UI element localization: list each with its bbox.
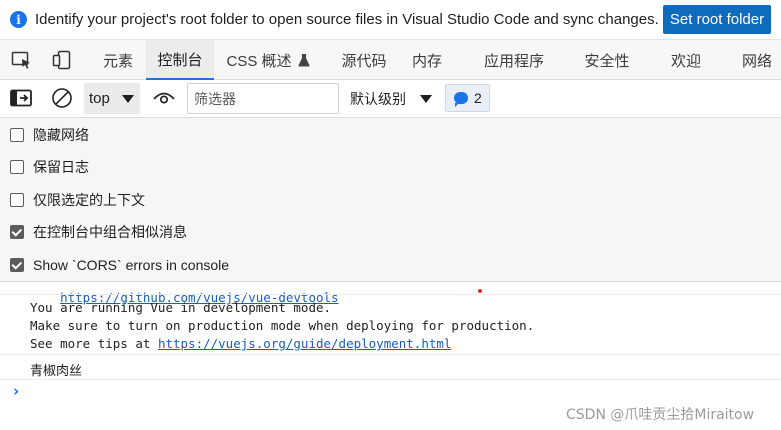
inspect-element-icon[interactable] xyxy=(11,50,33,70)
divider xyxy=(0,379,781,380)
tab-label: 内存 xyxy=(411,52,442,70)
setting-label: 仅限选定的上下文 xyxy=(33,192,145,208)
devtools-tab-bar: 元素 控制台 CSS 概述 源代码 内存 应用程序 安全性 欢迎 网络 xyxy=(0,40,781,80)
message-count: 2 xyxy=(474,90,482,106)
live-expression-eye-icon[interactable] xyxy=(152,90,176,109)
tab-sources[interactable]: 源代码 xyxy=(332,40,396,80)
setting-hide-network[interactable]: 隐藏网络 xyxy=(10,125,89,145)
tab-application[interactable]: 应用程序 xyxy=(474,40,554,80)
console-message-line: See more tips at https://vuejs.org/guide… xyxy=(30,336,451,351)
message-count-button[interactable]: 2 xyxy=(445,84,490,112)
console-toolbar: top 默认级别 2 xyxy=(0,80,781,118)
info-bar-message: Identify your project's root folder to o… xyxy=(35,11,659,28)
sidebar-toggle-icon[interactable] xyxy=(10,89,32,110)
tab-label: 应用程序 xyxy=(483,52,544,70)
console-settings-panel: 隐藏网络 保留日志 仅限选定的上下文 在控制台中组合相似消息 Show `COR… xyxy=(0,118,781,282)
info-bar: i Identify your project's root folder to… xyxy=(0,0,781,40)
tab-label: 元素 xyxy=(102,52,133,70)
log-level-label: 默认级别 xyxy=(350,90,406,107)
divider xyxy=(0,354,781,355)
divider xyxy=(0,294,781,295)
tab-console[interactable]: 控制台 xyxy=(146,40,214,80)
context-selector[interactable]: top xyxy=(84,83,140,114)
tab-network[interactable]: 网络 xyxy=(734,40,781,80)
console-prompt-chevron-icon[interactable]: › xyxy=(13,382,19,400)
tab-memory[interactable]: 内存 xyxy=(404,40,450,80)
checkbox[interactable] xyxy=(10,193,24,207)
setting-label: 隐藏网络 xyxy=(33,127,89,143)
setting-label: Show `CORS` errors in console xyxy=(33,257,230,273)
info-icon: i xyxy=(10,11,27,28)
checkbox[interactable] xyxy=(10,128,24,142)
tab-welcome[interactable]: 欢迎 xyxy=(662,40,710,80)
checkbox[interactable] xyxy=(10,160,24,174)
tab-label: 网络 xyxy=(742,52,773,70)
watermark: CSDN @爪哇贡尘拾Miraitow xyxy=(566,407,755,423)
setting-preserve-log[interactable]: 保留日志 xyxy=(10,157,89,177)
setting-label: 保留日志 xyxy=(33,159,89,175)
tab-label: 欢迎 xyxy=(670,52,701,70)
filter-input[interactable] xyxy=(187,83,339,114)
tab-label: 安全性 xyxy=(584,52,630,70)
set-root-folder-button[interactable]: Set root folder xyxy=(663,5,771,34)
checkbox[interactable] xyxy=(10,225,24,239)
tab-label: CSS 概述 xyxy=(226,52,292,70)
error-dot xyxy=(478,289,482,293)
tips-prefix: See more tips at xyxy=(30,336,158,351)
tab-security[interactable]: 安全性 xyxy=(576,40,638,80)
chevron-down-icon xyxy=(420,95,432,103)
console-log-message: 青椒肉丝 xyxy=(30,364,83,379)
device-emulation-icon[interactable] xyxy=(51,50,73,70)
chevron-down-icon xyxy=(122,95,134,103)
tab-label: 源代码 xyxy=(341,52,387,70)
setting-selected-context-only[interactable]: 仅限选定的上下文 xyxy=(10,190,145,210)
message-bubble-icon xyxy=(454,92,468,107)
setting-group-similar[interactable]: 在控制台中组合相似消息 xyxy=(10,222,187,242)
context-value: top xyxy=(89,90,110,107)
setting-show-cors-errors[interactable]: Show `CORS` errors in console xyxy=(10,255,229,275)
tab-elements[interactable]: 元素 xyxy=(92,40,144,80)
clear-console-icon[interactable] xyxy=(51,87,73,112)
setting-label: 在控制台中组合相似消息 xyxy=(33,224,187,240)
flask-icon xyxy=(297,53,310,67)
log-level-dropdown[interactable]: 默认级别 xyxy=(350,83,434,114)
deployment-guide-link[interactable]: https://vuejs.org/guide/deployment.html xyxy=(158,336,452,351)
console-message-line: You are running Vue in development mode. xyxy=(30,300,332,315)
checkbox[interactable] xyxy=(10,258,24,272)
console-message-line: Make sure to turn on production mode whe… xyxy=(30,318,535,333)
tab-label: 控制台 xyxy=(157,51,203,69)
tab-css-overview[interactable]: CSS 概述 xyxy=(218,40,318,80)
